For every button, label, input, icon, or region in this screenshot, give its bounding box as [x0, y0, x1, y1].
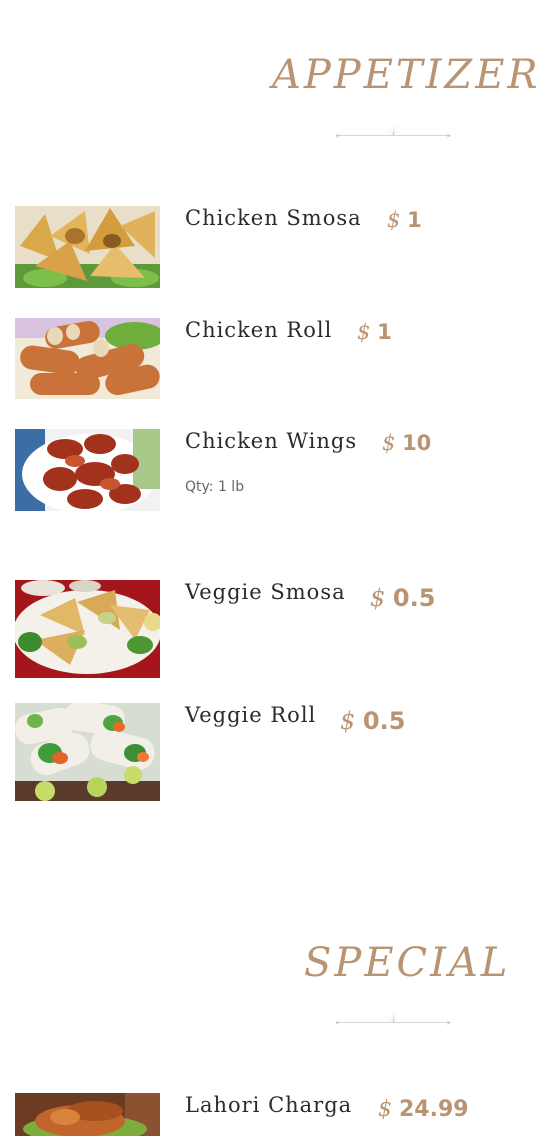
veggie-samosa-photo — [15, 580, 160, 678]
item-name: Lahori Charga — [185, 1093, 353, 1117]
price-amount: 10 — [402, 431, 432, 455]
item-price: $ 1 — [387, 208, 422, 232]
item-name: Veggie Roll — [185, 703, 317, 727]
currency-symbol: $ — [387, 208, 401, 232]
spring-roll-photo — [15, 318, 160, 399]
veggie-roll-photo — [15, 703, 160, 801]
chicken-wings-photo — [15, 429, 160, 511]
charga-chicken-photo — [15, 1093, 160, 1136]
item-name: Chicken Wings — [185, 429, 358, 453]
price-amount: 24.99 — [399, 1097, 469, 1122]
currency-symbol: $ — [370, 584, 386, 612]
item-quantity: Qty: 1 lb — [185, 479, 245, 495]
item-name: Veggie Smosa — [185, 580, 346, 604]
ornament-divider — [335, 1010, 451, 1025]
item-price: $ 24.99 — [378, 1097, 469, 1122]
currency-symbol: $ — [378, 1097, 392, 1122]
item-name: Chicken Smosa — [185, 206, 362, 230]
section-title-appetizer: APPETIZER — [272, 52, 541, 98]
price-amount: 0.5 — [392, 584, 436, 612]
ornament-divider — [335, 123, 451, 138]
item-price: $ 10 — [382, 431, 431, 455]
price-amount: 0.5 — [362, 707, 406, 735]
item-price: $ 0.5 — [370, 584, 435, 612]
item-price: $ 0.5 — [340, 707, 405, 735]
price-amount: 1 — [407, 208, 422, 232]
currency-symbol: $ — [357, 320, 371, 344]
item-price: $ 1 — [357, 320, 392, 344]
price-amount: 1 — [377, 320, 392, 344]
currency-symbol: $ — [340, 707, 356, 735]
section-title-special: SPECIAL — [304, 940, 511, 986]
item-name: Chicken Roll — [185, 318, 333, 342]
currency-symbol: $ — [382, 431, 396, 455]
samosa-photo — [15, 206, 160, 288]
